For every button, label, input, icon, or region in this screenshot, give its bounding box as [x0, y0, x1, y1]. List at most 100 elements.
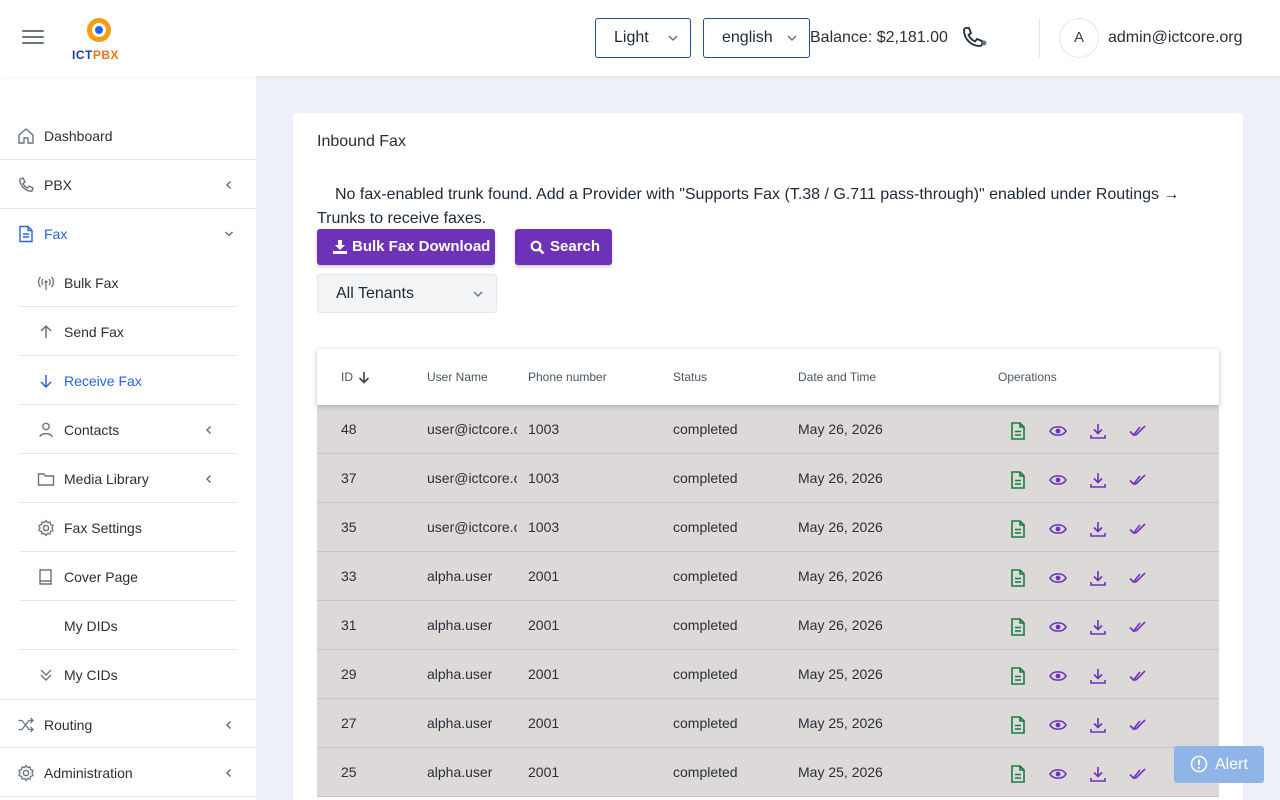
sidebar-item-media-library[interactable]: Media Library	[20, 454, 236, 503]
pdf-file-icon[interactable]	[1009, 716, 1027, 734]
download-icon[interactable]	[1089, 422, 1107, 440]
sidebar-item-cover-page[interactable]: Cover Page	[20, 552, 236, 601]
sidebar-item-bulk-fax[interactable]: Bulk Fax	[20, 258, 236, 307]
app-logo[interactable]: ICTPBX	[72, 16, 128, 62]
balance-text: Balance: $2,181.00	[810, 29, 948, 46]
cell-date-time: May 25, 2026	[798, 666, 883, 682]
fax-trunk-notice: No fax-enabled trunk found. Add a Provid…	[317, 186, 1180, 227]
sidebar-item-pbx[interactable]: PBX	[0, 160, 256, 209]
phone-icon[interactable]	[960, 26, 988, 50]
cell-status: completed	[673, 764, 738, 780]
sidebar-item-label: Cover Page	[64, 569, 138, 585]
column-header-id[interactable]: ID	[341, 370, 353, 384]
sidebar-item-dashboard[interactable]: Dashboard	[0, 111, 256, 160]
pdf-file-icon[interactable]	[1009, 471, 1027, 489]
pdf-file-icon[interactable]	[1009, 422, 1027, 440]
cell-phone-number: 1003	[528, 470, 560, 486]
download-icon[interactable]	[1089, 716, 1107, 734]
cell-phone-number: 2001	[528, 666, 560, 682]
eye-icon[interactable]	[1049, 471, 1067, 489]
double-check-icon[interactable]	[1129, 667, 1147, 685]
cell-phone-number: 2001	[528, 764, 560, 780]
sidebar-item-administration[interactable]: Administration	[0, 748, 256, 797]
pdf-file-icon[interactable]	[1009, 569, 1027, 587]
download-icon[interactable]	[1089, 667, 1107, 685]
eye-icon[interactable]	[1049, 569, 1067, 587]
cell-id: 31	[341, 617, 357, 633]
tenant-select-value: All Tenants	[336, 285, 414, 302]
column-header-operations: Operations	[998, 370, 1057, 384]
download-icon[interactable]	[1089, 471, 1107, 489]
chevron-left-icon	[225, 768, 232, 778]
cell-phone-number: 2001	[528, 568, 560, 584]
sidebar-item-my-dids[interactable]: My DIDs	[20, 601, 236, 650]
sidebar-item-send-fax[interactable]: Send Fax	[20, 307, 236, 356]
user-email[interactable]: admin@ictcore.org	[1108, 29, 1243, 47]
chevron-down-icon	[473, 291, 483, 298]
sort-arrow-down-icon[interactable]	[358, 371, 370, 384]
cell-id: 27	[341, 715, 357, 731]
pdf-file-icon[interactable]	[1009, 618, 1027, 636]
logo-text-ict: ICT	[72, 48, 93, 62]
eye-icon[interactable]	[1049, 422, 1067, 440]
sidebar-item-fax[interactable]: Fax	[0, 209, 256, 258]
cell-user-name: alpha.user	[427, 666, 493, 682]
avatar[interactable]: A	[1059, 18, 1099, 58]
column-header-user-name: User Name	[427, 370, 488, 384]
cell-status: completed	[673, 715, 738, 731]
double-check-icon[interactable]	[1129, 569, 1147, 587]
cell-user-name: user@ictcore.org	[427, 421, 517, 437]
eye-icon[interactable]	[1049, 667, 1067, 685]
fax-table: ID User Name Phone number Status Date an…	[317, 349, 1219, 797]
pdf-file-icon[interactable]	[1009, 667, 1027, 685]
sidebar-item-fax-settings[interactable]: Fax Settings	[20, 503, 236, 552]
search-icon	[530, 240, 545, 255]
table-row: 33 alpha.user 2001 completed May 26, 2026	[317, 552, 1219, 601]
download-icon[interactable]	[1089, 765, 1107, 783]
cell-id: 48	[341, 421, 357, 437]
double-check-icon[interactable]	[1129, 765, 1147, 783]
table-row: 25 alpha.user 2001 completed May 25, 2026	[317, 748, 1219, 797]
eye-icon[interactable]	[1049, 618, 1067, 636]
eye-icon[interactable]	[1049, 716, 1067, 734]
download-icon[interactable]	[1089, 569, 1107, 587]
pdf-file-icon[interactable]	[1009, 520, 1027, 538]
sidebar-item-label: My DIDs	[64, 618, 118, 634]
download-icon[interactable]	[1089, 618, 1107, 636]
tenant-select[interactable]: All Tenants	[317, 274, 497, 313]
double-check-icon[interactable]	[1129, 716, 1147, 734]
sidebar-item-label: Media Library	[64, 471, 149, 487]
sidebar-item-my-cids[interactable]: My CIDs	[20, 650, 236, 699]
cell-status: completed	[673, 519, 738, 535]
cell-id: 33	[341, 568, 357, 584]
double-check-icon[interactable]	[1129, 520, 1147, 538]
table-row: 48 user@ictcore.org 1003 completed May 26, 2…	[317, 405, 1219, 454]
double-check-icon[interactable]	[1129, 422, 1147, 440]
logo-mark-icon	[87, 18, 111, 42]
page-title: Inbound Fax	[317, 133, 406, 150]
top-header: ICTPBX Light english Balance: $2,181.00 …	[0, 0, 1280, 76]
sidebar-item-routing[interactable]: Routing	[0, 699, 256, 748]
sidebar-item-receive-fax[interactable]: Receive Fax	[20, 356, 236, 405]
cell-phone-number: 1003	[528, 421, 560, 437]
cell-status: completed	[673, 666, 738, 682]
cell-date-time: May 25, 2026	[798, 715, 883, 731]
download-icon[interactable]	[1089, 520, 1107, 538]
bulk-fax-download-button[interactable]: Bulk Fax Download	[317, 229, 495, 265]
eye-icon[interactable]	[1049, 765, 1067, 783]
eye-icon[interactable]	[1049, 520, 1067, 538]
settings-icon	[18, 764, 34, 782]
menu-icon[interactable]	[22, 27, 46, 47]
double-check-icon[interactable]	[1129, 471, 1147, 489]
theme-select[interactable]: Light	[595, 18, 691, 58]
alert-button[interactable]: Alert	[1174, 746, 1264, 783]
table-row: 37 user@ictcore.org 1003 completed May 26, 2…	[317, 454, 1219, 503]
sidebar-item-label: Administration	[44, 765, 133, 781]
pdf-file-icon[interactable]	[1009, 765, 1027, 783]
double-check-icon[interactable]	[1129, 618, 1147, 636]
language-select[interactable]: english	[703, 18, 810, 58]
cell-user-name: alpha.user	[427, 764, 493, 780]
search-button[interactable]: Search	[515, 229, 612, 265]
table-row: 27 alpha.user 2001 completed May 25, 2026	[317, 699, 1219, 748]
sidebar-item-contacts[interactable]: Contacts	[20, 405, 236, 454]
